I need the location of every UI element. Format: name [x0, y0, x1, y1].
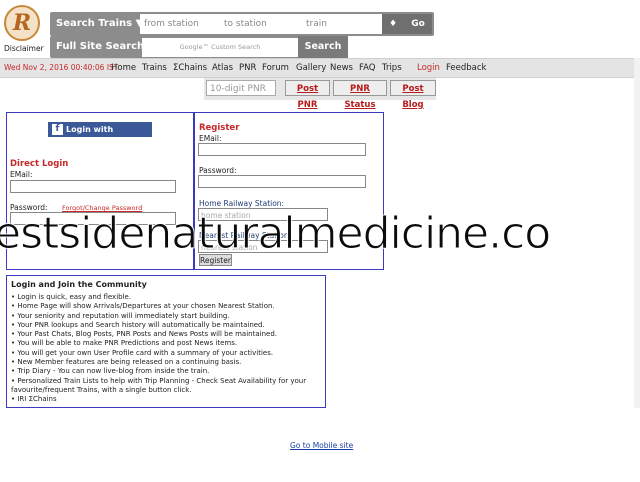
community-line: • Login is quick, easy and flexible. — [11, 293, 132, 301]
facebook-icon: f — [52, 124, 63, 135]
nav-chains[interactable]: ΣChains — [173, 63, 207, 73]
facebook-login-button[interactable]: Login with Facebook — [48, 122, 152, 149]
register-email-field[interactable] — [198, 143, 366, 156]
nav-gallery[interactable]: Gallery — [296, 63, 326, 73]
home-station-label: Home Railway Station: — [199, 199, 285, 208]
nav-forum[interactable]: Forum — [262, 63, 289, 73]
community-line: • You will get your own User Profile car… — [11, 348, 274, 357]
go-button[interactable]: Go — [404, 14, 432, 34]
login-email-field[interactable] — [10, 180, 176, 193]
community-line: • You will be able to make PNR Predictio… — [11, 339, 238, 348]
swap-stations-button[interactable]: ♦ — [382, 14, 404, 34]
pnr-input[interactable]: 10-digit PNR — [206, 80, 276, 96]
direct-login-heading: Direct Login — [10, 159, 69, 169]
full-site-search-label: Full Site Search — [56, 41, 145, 52]
nav-news[interactable]: News — [330, 63, 353, 73]
community-line: • Home Page will show Arrivals/Departure… — [11, 302, 275, 311]
register-password-label: Password: — [199, 166, 237, 175]
search-button[interactable]: Search — [298, 36, 348, 58]
nav-feedback[interactable]: Feedback — [446, 63, 486, 73]
nav-atlas[interactable]: Atlas — [212, 63, 233, 73]
site-logo[interactable]: R — [4, 5, 40, 41]
login-email-label: EMail: — [10, 170, 33, 179]
watermark-text: estsidenaturalmedicine.co — [0, 208, 552, 260]
community-line: • Trip Diary - You can now live-blog fro… — [11, 367, 210, 376]
community-line: • Your seniority and reputation will imm… — [11, 311, 230, 320]
nav-pnr[interactable]: PNR — [239, 63, 256, 73]
register-password-field[interactable] — [198, 175, 366, 188]
nav-login[interactable]: Login — [417, 63, 440, 73]
from-station-input[interactable]: from station — [140, 14, 220, 34]
post-pnr-button[interactable]: Post PNR — [285, 80, 330, 110]
google-search-input[interactable]: Google™ Custom Search — [142, 38, 298, 57]
nav-bar: Wed Nov 2, 2016 00:40:06 IST Home Trains… — [0, 58, 634, 78]
disclaimer-link[interactable]: Disclaimer — [4, 44, 44, 53]
community-info-box: Login and Join the Community • Login is … — [6, 275, 326, 408]
scrollbar[interactable] — [634, 58, 640, 408]
community-line: • Your PNR lookups and Search history wi… — [11, 320, 265, 329]
nav-trips[interactable]: Trips — [382, 63, 402, 73]
pnr-status-button[interactable]: PNR Status — [333, 80, 387, 110]
mobile-site-link[interactable]: Go to Mobile site — [290, 441, 353, 450]
community-line: • New Member features are being released… — [11, 358, 242, 367]
community-line: • Your Past Chats, Blog Posts, PNR Posts… — [11, 330, 277, 339]
post-blog-button[interactable]: Post Blog — [390, 80, 436, 110]
community-line: favourite/frequent Trains, with a single… — [11, 385, 192, 394]
nav-home[interactable]: Home — [111, 63, 136, 73]
logo-letter: R — [12, 10, 32, 36]
community-line: • IRI ΣChains — [11, 395, 57, 404]
to-station-input[interactable]: to station — [220, 14, 302, 34]
register-heading: Register — [199, 123, 240, 133]
community-title: Login and Join the Community — [11, 280, 147, 289]
datetime: Wed Nov 2, 2016 00:40:06 IST — [4, 63, 119, 72]
register-email-label: EMail: — [199, 134, 222, 143]
nav-faq[interactable]: FAQ — [359, 63, 375, 73]
search-trains-dropdown[interactable]: Search Trains ▼ — [56, 18, 143, 29]
train-input[interactable]: train — [302, 14, 382, 34]
community-line: • Personalized Train Lists to help with … — [11, 376, 307, 385]
nav-trains[interactable]: Trains — [142, 63, 167, 73]
